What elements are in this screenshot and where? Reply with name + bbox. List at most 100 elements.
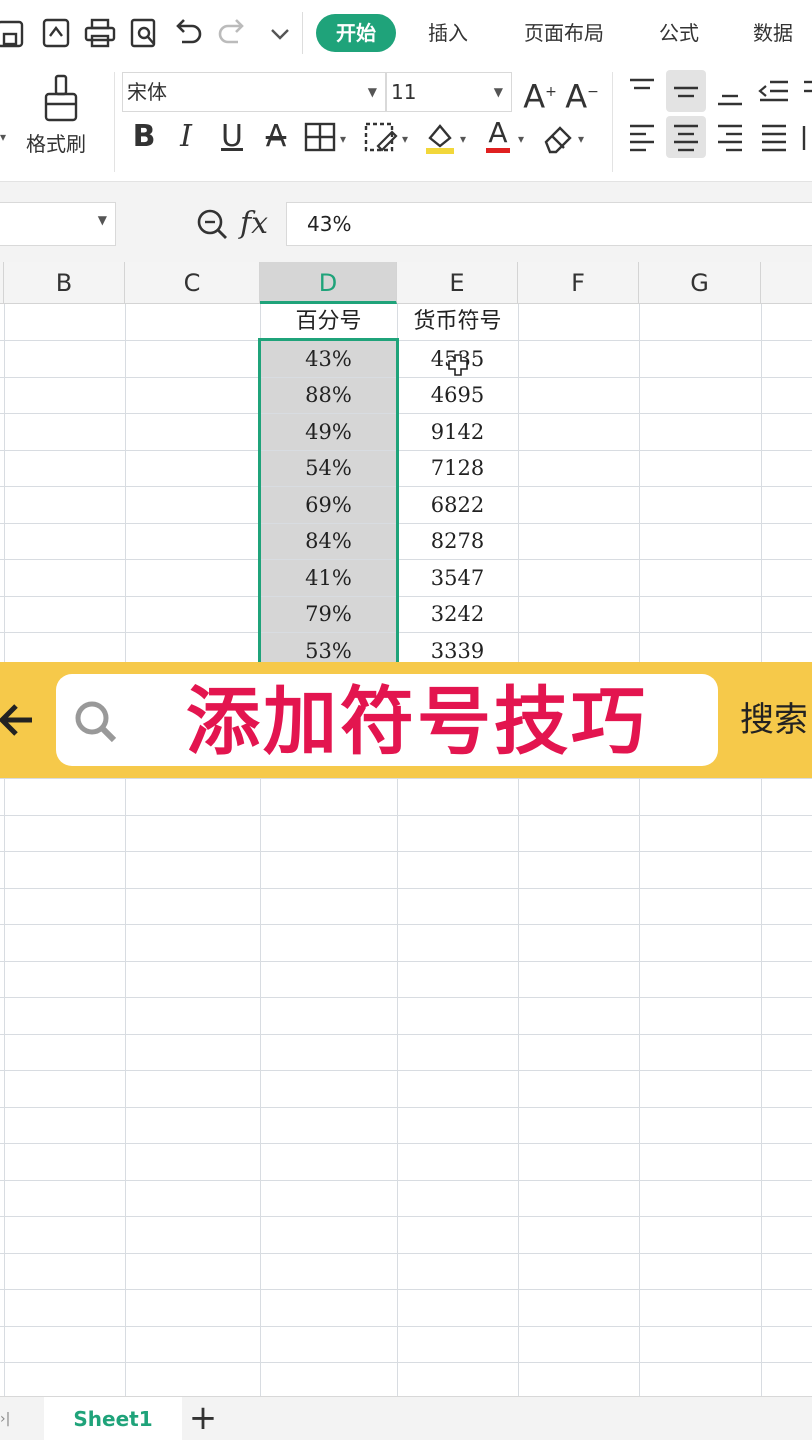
grid-line (125, 304, 126, 1396)
grid-line (761, 304, 762, 1396)
ribbon-divider (114, 72, 115, 172)
row-line (0, 1289, 812, 1290)
fill-color-icon[interactable] (420, 116, 460, 158)
font-size-select[interactable]: 11 ▼ (386, 72, 512, 112)
column-header-e[interactable]: E (397, 262, 518, 304)
clear-format-dropdown-caret[interactable]: ▾ (578, 132, 584, 146)
row-line (0, 888, 812, 889)
cell-currency[interactable]: 4695 (397, 377, 518, 413)
row-line (0, 1107, 812, 1108)
customize-chevron-icon[interactable] (262, 14, 298, 52)
column-header-d[interactable]: D (260, 262, 397, 304)
align-center-icon[interactable] (666, 116, 706, 158)
grid-line (518, 304, 519, 1396)
row-line (0, 1143, 812, 1144)
sheet-tab-bar: ›| Sheet1 + (0, 1396, 812, 1440)
grid-line (639, 304, 640, 1396)
align-top-icon[interactable] (622, 70, 662, 112)
row-line (0, 1070, 812, 1071)
underline-icon[interactable]: U (212, 116, 252, 158)
cell-currency[interactable]: 3242 (397, 596, 518, 632)
chevron-down-icon: ▼ (367, 85, 377, 99)
insert-function-icon[interactable]: fx (240, 202, 268, 246)
clear-format-icon[interactable] (538, 116, 578, 158)
align-right-icon[interactable] (710, 116, 750, 158)
cell-currency[interactable]: 9142 (397, 414, 518, 450)
back-arrow-icon[interactable] (0, 692, 38, 748)
cell-d-header[interactable]: 百分号 (260, 304, 397, 340)
strikethrough-icon[interactable]: A (256, 116, 296, 158)
chevron-down-icon: ▼ (97, 213, 107, 227)
cell-currency[interactable]: 8278 (397, 523, 518, 559)
row-line (0, 997, 812, 998)
format-painter-label[interactable]: 格式刷 (26, 128, 102, 156)
align-bottom-icon[interactable] (710, 70, 750, 112)
ribbon: ▾ 格式刷 宋体 ▼ 11 ▼ A+ A− B I U A ▾ ▾ ▾ A ▾ … (0, 66, 812, 182)
save-icon[interactable] (0, 14, 30, 52)
undo-icon[interactable] (170, 14, 206, 52)
distributed-align-icon[interactable] (798, 116, 812, 158)
spreadsheet-grid[interactable]: B C D E F G 百分号 货币符号 43% 88% 49% 54% 69%… (0, 262, 812, 1396)
add-sheet-icon[interactable]: + (186, 1397, 220, 1440)
column-header-f[interactable]: F (518, 262, 639, 304)
decrease-font-size-icon[interactable]: A− (562, 72, 602, 116)
scroll-end-icon[interactable]: ›| (0, 1407, 12, 1431)
banner-search-label[interactable]: 搜索 (740, 692, 808, 741)
font-color-dropdown-caret[interactable]: ▾ (518, 132, 524, 146)
fill-color-dropdown-caret[interactable]: ▾ (460, 132, 466, 146)
cell-currency[interactable]: 3547 (397, 560, 518, 596)
borders-icon[interactable] (300, 116, 340, 158)
justify-icon[interactable] (754, 116, 794, 158)
italic-icon[interactable]: I (166, 116, 206, 158)
borders-dropdown-caret[interactable]: ▾ (340, 132, 346, 146)
row-line (0, 961, 812, 962)
print-preview-icon[interactable] (126, 14, 162, 52)
print-icon[interactable] (82, 14, 118, 52)
formula-bar: ▼ fx 43% (0, 182, 812, 262)
increase-indent-icon[interactable] (798, 70, 812, 112)
formula-input[interactable]: 43% (286, 202, 812, 246)
row-line (0, 778, 812, 779)
bold-icon[interactable]: B (124, 116, 164, 158)
font-color-icon[interactable]: A (478, 116, 518, 158)
title-banner: 添加符号技巧 搜索 (0, 662, 812, 778)
quick-access-toolbar: 开始 插入 页面布局 公式 数据 (0, 0, 812, 66)
increase-font-size-icon[interactable]: A+ (520, 72, 560, 116)
column-header-b[interactable]: B (4, 262, 125, 304)
redo-icon[interactable] (214, 14, 250, 52)
column-header-g[interactable]: G (639, 262, 761, 304)
tab-insert[interactable]: 插入 (414, 14, 482, 52)
tab-page-layout[interactable]: 页面布局 (512, 14, 616, 52)
row-line (0, 815, 812, 816)
cell-currency[interactable]: 7128 (397, 450, 518, 486)
grid-line (4, 304, 5, 1396)
tab-formulas[interactable]: 公式 (646, 14, 712, 52)
tab-data[interactable]: 数据 (740, 14, 806, 52)
banner-title: 添加符号技巧 (186, 679, 648, 765)
column-header-c[interactable]: C (125, 262, 260, 304)
row-line (0, 1253, 812, 1254)
row-line (0, 1216, 812, 1217)
column-header-h-edge[interactable] (761, 262, 812, 304)
cell-style-icon[interactable] (360, 116, 400, 158)
cell-e-header[interactable]: 货币符号 (397, 304, 518, 340)
export-pdf-icon[interactable] (38, 14, 74, 52)
align-left-icon[interactable] (622, 116, 662, 158)
font-name-value: 宋体 (127, 80, 167, 104)
selection-border (258, 338, 399, 668)
font-name-select[interactable]: 宋体 ▼ (122, 72, 386, 112)
paste-dropdown-caret[interactable]: ▾ (0, 70, 10, 144)
format-painter-icon[interactable] (40, 72, 84, 124)
toolbar-divider (302, 12, 303, 54)
align-middle-icon[interactable] (666, 70, 706, 112)
name-box[interactable]: ▼ (0, 202, 116, 246)
decrease-indent-icon[interactable] (754, 70, 794, 112)
zoom-formula-icon[interactable] (192, 204, 232, 244)
row-line (0, 851, 812, 852)
cell-currency[interactable]: 6822 (397, 487, 518, 523)
banner-search-box[interactable]: 添加符号技巧 (56, 674, 718, 766)
tab-home[interactable]: 开始 (316, 14, 396, 52)
cell-style-dropdown-caret[interactable]: ▾ (402, 132, 408, 146)
row-line (0, 924, 812, 925)
sheet-tab-sheet1[interactable]: Sheet1 (44, 1397, 182, 1440)
